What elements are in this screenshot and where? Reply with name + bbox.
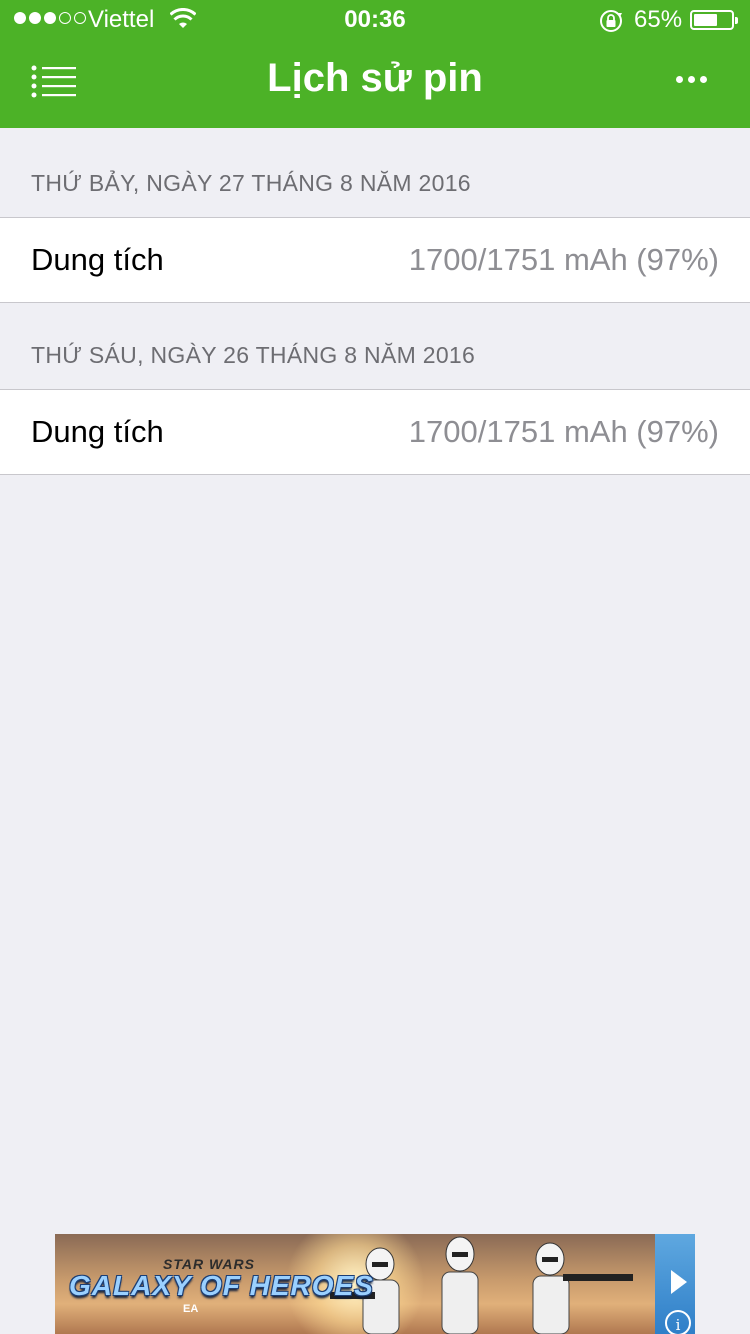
more-icon (676, 76, 683, 83)
trooper-image (441, 1236, 479, 1334)
trooper-image (532, 1242, 633, 1334)
play-icon[interactable] (671, 1270, 687, 1294)
section-header-date: THỨ SÁU, NGÀY 26 THÁNG 8 NĂM 2016 (31, 342, 476, 368)
ad-brand: GALAXY OF HEROES (69, 1270, 374, 1301)
status-bar: Viettel 00:36 65% (0, 0, 750, 40)
ad-side-panel: i (655, 1234, 695, 1334)
section-header-date: THỨ BẢY, NGÀY 27 THÁNG 8 NĂM 2016 (31, 170, 471, 196)
battery-percent: 65% (634, 6, 683, 33)
list-item[interactable]: Dung tích 1700/1751 mAh (97%) (0, 217, 750, 303)
row-value: 1700/1751 mAh (97%) (408, 414, 719, 449)
top-bar: Viettel 00:36 65% Lịch sử pin (0, 0, 750, 128)
orientation-lock-icon (598, 8, 624, 39)
ad-banner[interactable]: STAR WARS GALAXY OF HEROES EA i (55, 1234, 695, 1334)
info-icon[interactable]: i (665, 1310, 691, 1334)
row-label: Dung tích (31, 242, 164, 277)
battery-icon (690, 10, 738, 30)
list-item[interactable]: Dung tích 1700/1751 mAh (97%) (0, 389, 750, 475)
ad-publisher: EA (183, 1303, 199, 1315)
more-button[interactable] (676, 76, 716, 88)
row-label: Dung tích (31, 414, 164, 449)
page-title: Lịch sử pin (267, 56, 483, 100)
row-value: 1700/1751 mAh (97%) (408, 242, 719, 277)
battery-level (694, 14, 717, 26)
